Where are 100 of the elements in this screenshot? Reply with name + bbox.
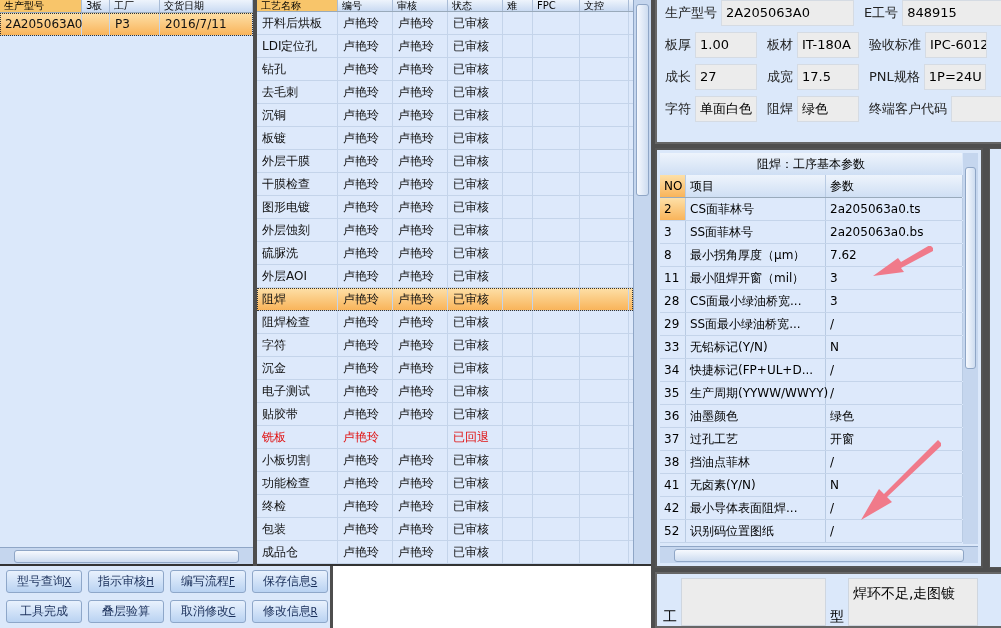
column-header[interactable]: 工厂 [110, 0, 160, 12]
toolbar-button[interactable]: 指示审核H [88, 570, 164, 593]
table-cell: 外层蚀刻 [257, 219, 338, 241]
input-field[interactable]: 848915 [902, 0, 1001, 26]
table-row[interactable]: 外层AOI 卢艳玲 卢艳玲 已审核 [257, 265, 633, 288]
table-row[interactable]: 沉铜 卢艳玲 卢艳玲 已审核 [257, 104, 633, 127]
input-field[interactable]: 绿色 [797, 96, 859, 122]
table-row[interactable]: 去毛刺 卢艳玲 卢艳玲 已审核 [257, 81, 633, 104]
table-row[interactable]: 8 最小拐角厚度（μm） 7.62 [660, 244, 962, 267]
input-field[interactable]: 17.5 [797, 64, 859, 90]
toolbar-button[interactable]: 取消修改C [170, 600, 246, 623]
table-cell: CS面菲林号 [686, 198, 826, 220]
table-row[interactable]: 电子测试 卢艳玲 卢艳玲 已审核 [257, 380, 633, 403]
toolbar-button[interactable]: 修改信息R [252, 600, 328, 623]
table-row[interactable]: 钻孔 卢艳玲 卢艳玲 已审核 [257, 58, 633, 81]
column-header[interactable]: 工艺名称 [257, 0, 338, 11]
column-header[interactable]: NO [660, 175, 686, 197]
table-row[interactable]: 干膜检查 卢艳玲 卢艳玲 已审核 [257, 173, 633, 196]
table-row[interactable]: 阻焊检查 卢艳玲 卢艳玲 已审核 [257, 311, 633, 334]
table-row[interactable]: 2A205063A0 P3 2016/7/11 [0, 13, 253, 36]
input-field[interactable]: 单面白色 [695, 96, 757, 122]
table-cell: 卢艳玲 [338, 35, 393, 57]
table-row[interactable]: 开料后烘板 卢艳玲 卢艳玲 已审核 [257, 12, 633, 35]
column-header[interactable]: 审核 [393, 0, 448, 11]
scrollbar[interactable] [0, 547, 253, 564]
table-cell: 卢艳玲 [338, 288, 393, 310]
table-row[interactable]: 贴胶带 卢艳玲 卢艳玲 已审核 [257, 403, 633, 426]
table-row[interactable]: 11 最小阻焊开窗（mil） 3 [660, 267, 962, 290]
input-field[interactable]: 27 [695, 64, 757, 90]
table-cell: 卢艳玲 [338, 518, 393, 540]
table-row[interactable]: 33 无铅标记(Y/N) N [660, 336, 962, 359]
toolbar-button[interactable]: 保存信息S [252, 570, 328, 593]
scrollbar[interactable] [660, 546, 978, 563]
table-cell: 卢艳玲 [338, 81, 393, 103]
table-row[interactable]: 板镀 卢艳玲 卢艳玲 已审核 [257, 127, 633, 150]
column-header[interactable]: 难 [503, 0, 533, 11]
table-row[interactable]: 硫脲洗 卢艳玲 卢艳玲 已审核 [257, 242, 633, 265]
table-cell: 已审核 [448, 35, 503, 57]
field-label: 字符 [665, 100, 691, 118]
toolbar-button[interactable]: 型号查询X [6, 570, 82, 593]
toolbar-button[interactable]: 叠层验算 [88, 600, 164, 623]
table-row[interactable]: 包装 卢艳玲 卢艳玲 已审核 [257, 518, 633, 541]
table-row[interactable]: 29 SS面最小绿油桥宽... / [660, 313, 962, 336]
table-row[interactable]: 成品仓 卢艳玲 卢艳玲 已审核 [257, 541, 633, 564]
table-row[interactable]: 52 识别码位置图纸 / [660, 520, 962, 543]
column-header[interactable]: 生产型号 [0, 0, 82, 12]
table-row[interactable]: 外层蚀刻 卢艳玲 卢艳玲 已审核 [257, 219, 633, 242]
table-row[interactable]: 铣板 卢艳玲 已回退 [257, 426, 633, 449]
text-area[interactable] [681, 578, 826, 626]
table-cell: 成品仓 [257, 541, 338, 563]
table-cell: 41 [660, 474, 686, 496]
table-row[interactable]: 41 无卤素(Y/N) N [660, 474, 962, 497]
table-cell: 卢艳玲 [393, 173, 448, 195]
column-header[interactable]: FPC [533, 0, 580, 11]
column-header[interactable]: 编号 [338, 0, 393, 11]
table-row[interactable]: 42 最小导体表面阻焊... / [660, 497, 962, 520]
input-field[interactable]: IT-180A [797, 32, 859, 58]
table-cell: 37 [660, 428, 686, 450]
column-header[interactable]: 状态 [448, 0, 503, 11]
toolbar-button[interactable]: 工具完成 [6, 600, 82, 623]
table-cell: 卢艳玲 [338, 150, 393, 172]
input-field[interactable]: 1.00 [695, 32, 757, 58]
input-field[interactable]: 1P=24U [923, 64, 986, 90]
table-row[interactable]: 36 油墨颜色 绿色 [660, 405, 962, 428]
column-header[interactable]: 3板 [82, 0, 110, 12]
table-row[interactable]: 沉金 卢艳玲 卢艳玲 已审核 [257, 357, 633, 380]
table-row[interactable]: 功能检查 卢艳玲 卢艳玲 已审核 [257, 472, 633, 495]
table-row[interactable]: 终检 卢艳玲 卢艳玲 已审核 [257, 495, 633, 518]
field-label: 成宽 [767, 68, 793, 86]
table-cell: 外层干膜 [257, 150, 338, 172]
table-cell: 卢艳玲 [393, 403, 448, 425]
table-row[interactable]: 34 快捷标记(FP+UL+D... / [660, 359, 962, 382]
table-row[interactable]: 28 CS面最小绿油桥宽... 3 [660, 290, 962, 313]
table-row[interactable]: 外层干膜 卢艳玲 卢艳玲 已审核 [257, 150, 633, 173]
column-header[interactable]: 项目 [686, 175, 826, 197]
toolbar-button[interactable]: 编写流程F [170, 570, 246, 593]
table-row[interactable]: 3 SS面菲林号 2a205063a0.bs [660, 221, 962, 244]
table-row[interactable]: 小板切割 卢艳玲 卢艳玲 已审核 [257, 449, 633, 472]
table-cell: 卢艳玲 [338, 173, 393, 195]
table-cell: 3 [660, 221, 686, 243]
scrollbar[interactable] [633, 0, 651, 564]
input-field[interactable]: 2A205063A0 [721, 0, 854, 26]
scrollbar[interactable] [963, 153, 978, 544]
table-row[interactable]: 35 生产周期(YYWW/WWYY)/ [660, 382, 962, 405]
column-header[interactable]: 文控 [580, 0, 629, 11]
table-row[interactable]: 图形电镀 卢艳玲 卢艳玲 已审核 [257, 196, 633, 219]
table-row[interactable]: 37 过孔工艺 开窗 [660, 428, 962, 451]
table-cell: 最小拐角厚度（μm） [686, 244, 826, 266]
table-cell: 已审核 [448, 12, 503, 34]
column-header[interactable]: 交货日期 [160, 0, 253, 12]
table-cell: 卢艳玲 [338, 12, 393, 34]
table-row[interactable]: 字符 卢艳玲 卢艳玲 已审核 [257, 334, 633, 357]
table-row[interactable]: LDI定位孔 卢艳玲 卢艳玲 已审核 [257, 35, 633, 58]
table-row[interactable]: 2 CS面菲林号 2a205063a0.ts [660, 198, 962, 221]
table-cell: 硫脲洗 [257, 242, 338, 264]
table-row[interactable]: 38 挡油点菲林 / [660, 451, 962, 474]
table-cell: 小板切割 [257, 449, 338, 471]
table-cell: 终检 [257, 495, 338, 517]
table-row[interactable]: 阻焊 卢艳玲 卢艳玲 已审核 [257, 288, 633, 311]
text-area[interactable]: 焊环不足,走图镀 [848, 578, 978, 626]
